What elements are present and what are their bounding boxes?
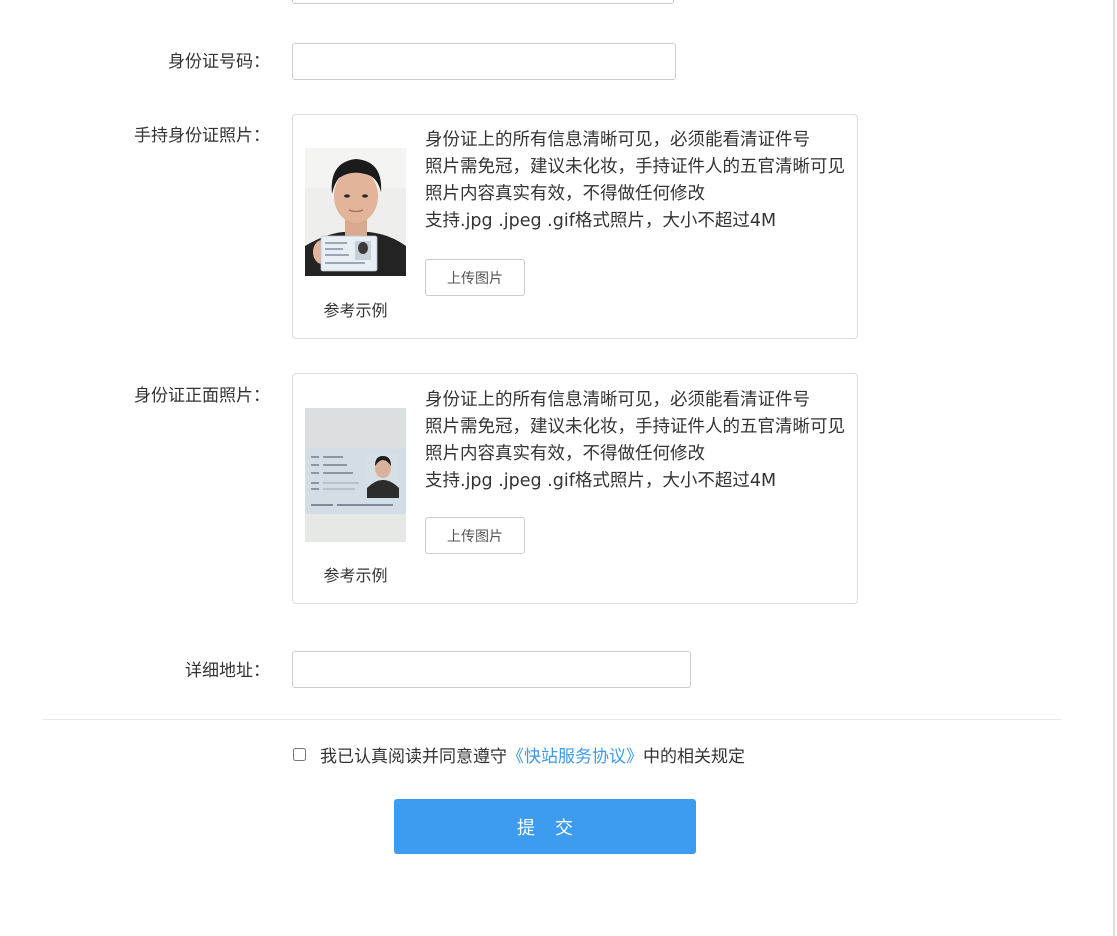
id-number-input[interactable] xyxy=(292,43,676,80)
address-label: 详细地址： xyxy=(185,661,270,681)
requirement-line: 身份证上的所有信息清晰可见，必须能看清证件号 xyxy=(425,130,810,150)
front-requirements: 身份证上的所有信息清晰可见，必须能看清证件号 照片需免冠，建议未化妆，手持证件人… xyxy=(425,387,845,495)
handheld-sample-image xyxy=(305,148,406,276)
requirement-line: 支持.jpg .jpeg .gif格式照片，大小不超过4M xyxy=(425,471,777,491)
requirement-line: 照片需免冠，建议未化妆，手持证件人的五官清晰可见 xyxy=(425,417,845,437)
requirement-line: 照片需免冠，建议未化妆，手持证件人的五官清晰可见 xyxy=(425,157,845,177)
id-card-front-sample-icon xyxy=(305,408,406,542)
front-photo-label: 身份证正面照片： xyxy=(134,386,270,406)
requirement-line: 照片内容真实有效，不得做任何修改 xyxy=(425,444,705,464)
requirement-line: 身份证上的所有信息清晰可见，必须能看清证件号 xyxy=(425,390,810,410)
agreement-suffix: 中的相关规定 xyxy=(643,746,745,767)
submit-button[interactable]: 提交 xyxy=(394,799,696,854)
agreement-checkbox[interactable] xyxy=(293,747,306,761)
handheld-photo-card: 参考示例 身份证上的所有信息清晰可见，必须能看清证件号 照片需免冠，建议未化妆，… xyxy=(292,114,858,339)
handheld-upload-button[interactable]: 上传图片 xyxy=(425,259,525,296)
handheld-sample-caption: 参考示例 xyxy=(323,301,388,320)
page: 身份证号码： 手持身份证照片： 参考示例 身份证上的所有信息清晰可见，必须能看清… xyxy=(0,0,1117,936)
requirement-line: 支持.jpg .jpeg .gif格式照片，大小不超过4M xyxy=(425,211,777,231)
handheld-sample-photo-icon xyxy=(305,148,406,276)
section-divider xyxy=(42,719,1062,720)
requirement-line: 照片内容真实有效，不得做任何修改 xyxy=(425,184,705,204)
handheld-photo-label: 手持身份证照片： xyxy=(134,126,270,146)
front-photo-card: 参考示例 身份证上的所有信息清晰可见，必须能看清证件号 照片需免冠，建议未化妆，… xyxy=(292,373,858,604)
front-upload-button[interactable]: 上传图片 xyxy=(425,517,525,554)
address-input[interactable] xyxy=(292,651,691,688)
agreement-row: 我已认真阅读并同意遵守 《快站服务协议》 中的相关规定 xyxy=(292,742,745,767)
front-sample-caption: 参考示例 xyxy=(323,566,388,585)
service-agreement-link[interactable]: 《快站服务协议》 xyxy=(507,742,643,767)
previous-field-input[interactable] xyxy=(292,0,674,4)
front-sample-image xyxy=(305,408,406,542)
page-scroll-edge xyxy=(1113,0,1115,936)
id-number-label: 身份证号码： xyxy=(168,52,270,72)
agreement-prefix: 我已认真阅读并同意遵守 xyxy=(320,746,507,767)
handheld-requirements: 身份证上的所有信息清晰可见，必须能看清证件号 照片需免冠，建议未化妆，手持证件人… xyxy=(425,127,845,235)
